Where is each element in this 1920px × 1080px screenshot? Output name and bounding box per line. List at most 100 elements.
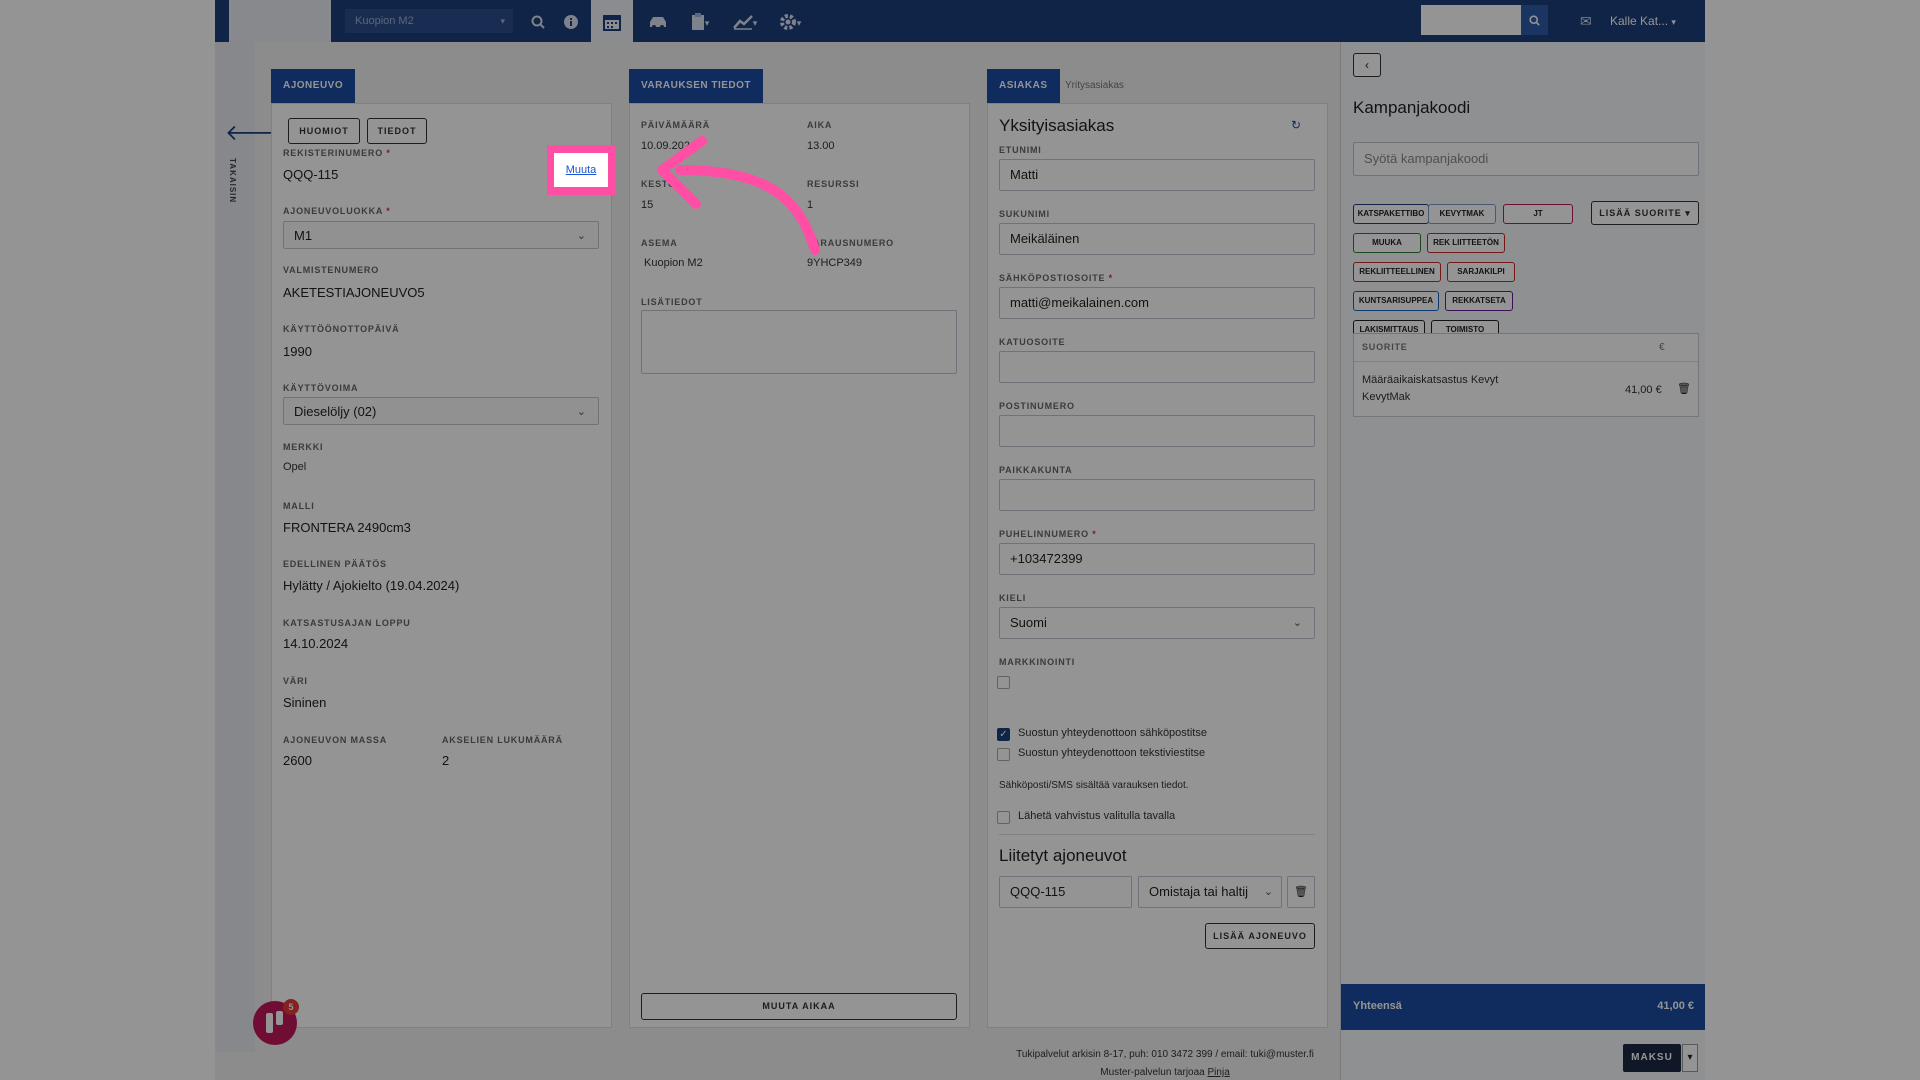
service-chip[interactable]: MUUKA xyxy=(1353,233,1421,253)
footer-support-text: Tukipalvelut arkisin 8-17, puh: 010 3472… xyxy=(1016,1049,1314,1060)
postal-label: POSTINUMERO xyxy=(999,401,1075,411)
car-icon[interactable] xyxy=(643,0,673,42)
firstuse-value: 1990 xyxy=(283,344,312,359)
consent-sms-checkbox[interactable] xyxy=(997,748,1010,761)
service-chip[interactable]: REKLIITTEELLINEN xyxy=(1353,262,1441,282)
service-chip[interactable]: REK LIITTEETÖN xyxy=(1427,233,1505,253)
change-registration-link[interactable]: Muuta xyxy=(554,153,608,187)
service-chip[interactable]: KUNTSARISUPPEA xyxy=(1353,291,1439,311)
service-chip[interactable]: REKKATSETA xyxy=(1445,291,1513,311)
chevron-down-icon: ⌄ xyxy=(576,406,586,418)
chevron-down-icon: ▾ xyxy=(1671,17,1676,27)
logo-area[interactable] xyxy=(229,0,331,42)
chart-icon[interactable]: ▾ xyxy=(727,0,763,42)
marketing-label: MARKKINOINTI xyxy=(999,657,1076,667)
language-select-value: Suomi xyxy=(1010,615,1047,630)
chevron-down-icon: ⌄ xyxy=(576,230,586,242)
footer-provider-link[interactable]: Pinja xyxy=(1208,1067,1230,1078)
back-label[interactable]: TAKAISIN xyxy=(228,158,237,203)
trash-icon[interactable]: 🗑 xyxy=(1287,876,1315,908)
inspection-end-label: KATSASTUSAJAN LOPPU xyxy=(283,618,411,628)
divider xyxy=(999,834,1315,835)
info-button[interactable]: TIEDOT xyxy=(367,118,427,144)
service-table: SUORITE € Määräaikaiskatsastus Kevyt Kev… xyxy=(1353,333,1699,417)
change-time-button[interactable]: MUUTA AIKAA xyxy=(641,993,957,1020)
previous-decision-value: Hylätty / Ajokielto (19.04.2024) xyxy=(283,578,460,593)
service-chip[interactable]: KEVYTMAK xyxy=(1428,204,1496,224)
fuel-label: KÄYTTÖVOIMA xyxy=(283,383,359,393)
reg-label: REKISTERINUMERO * xyxy=(283,148,391,158)
fuel-select[interactable]: Dieselöljy (02) ⌄ xyxy=(283,397,599,425)
station-label: ASEMA xyxy=(641,238,678,248)
send-confirmation-checkbox[interactable] xyxy=(997,811,1010,824)
duration-value: 15 xyxy=(641,199,654,211)
footer-provider: Muster-palvelun tarjoaa Pinja xyxy=(875,1067,1455,1078)
add-service-label: LISÄÄ SUORITE xyxy=(1599,208,1682,218)
tab-vehicle[interactable]: AJONEUVO xyxy=(271,69,356,103)
city-field[interactable] xyxy=(999,479,1315,511)
global-search-button[interactable] xyxy=(1521,5,1548,35)
extra-info-textarea[interactable] xyxy=(641,310,957,374)
gear-icon[interactable]: ▾ xyxy=(772,0,808,42)
postal-field[interactable] xyxy=(999,415,1315,447)
clipboard-icon[interactable]: ▾ xyxy=(685,0,715,42)
vehicle-class-select[interactable]: M1 ⌄ xyxy=(283,221,599,249)
consent-email-checkbox[interactable]: ✓ xyxy=(997,728,1010,741)
trash-icon[interactable]: 🗑 xyxy=(1677,382,1691,395)
make-label: MERKKI xyxy=(283,442,324,452)
email-field[interactable]: matti@meikalainen.com xyxy=(999,287,1315,319)
footer-provider-text: Muster-palvelun tarjoaa xyxy=(1100,1067,1208,1078)
service-chip[interactable]: SARJAKILPI xyxy=(1447,262,1515,282)
time-value: 13.00 xyxy=(807,140,835,152)
marketing-checkbox[interactable] xyxy=(997,676,1010,689)
street-field[interactable] xyxy=(999,351,1315,383)
search-icon[interactable] xyxy=(527,0,549,42)
pay-options-toggle[interactable]: ▾ xyxy=(1682,1044,1698,1072)
location-select[interactable]: Kuopion M2 ▾ xyxy=(345,9,513,33)
user-menu[interactable]: Kalle Kat... ▾ xyxy=(1610,0,1676,43)
refresh-icon[interactable]: ↻ xyxy=(1291,118,1301,132)
time-label: AIKA xyxy=(807,120,833,130)
service-chip[interactable]: KATSPAKETTIBO xyxy=(1353,204,1429,224)
pay-button[interactable]: MAKSU xyxy=(1623,1044,1681,1072)
service-row-price: 41,00 € xyxy=(1625,384,1662,396)
global-search-input[interactable] xyxy=(1421,5,1521,35)
firstname-field[interactable]: Matti xyxy=(999,159,1315,191)
phone-field[interactable]: +103472399 xyxy=(999,543,1315,575)
date-value: 10.09.2024 xyxy=(641,140,697,152)
tab-booking[interactable]: VARAUKSEN TIEDOT xyxy=(629,69,764,103)
previous-decision-label: EDELLINEN PÄÄTÖS xyxy=(283,559,387,569)
collapse-panel-button[interactable]: ‹ xyxy=(1353,53,1381,77)
linked-vehicle-role-value: Omistaja tai haltij xyxy=(1149,884,1248,899)
top-navigation-bar: Kuopion M2 ▾ ▾ ▾ ▾ ✉ Kalle Kat... ▾ xyxy=(215,0,1705,42)
inspection-end-value: 14.10.2024 xyxy=(283,636,349,651)
info-icon[interactable] xyxy=(560,0,582,42)
customer-panel: Yksityisasiakas ↻ ETUNIMI Matti SUKUNIMI… xyxy=(987,103,1328,1028)
chevron-down-icon: ⌄ xyxy=(1263,886,1273,898)
app-window: Kuopion M2 ▾ ▾ ▾ ▾ ✉ Kalle Kat... ▾ 🡐 TA… xyxy=(215,0,1705,1080)
add-service-button[interactable]: LISÄÄ SUORITE ▾ xyxy=(1591,201,1699,225)
street-label: KATUOSOITE xyxy=(999,337,1066,347)
notes-button[interactable]: HUOMIOT xyxy=(288,118,360,144)
chat-notification-badge: 5 xyxy=(283,999,299,1015)
tab-company-customer[interactable]: Yritysasiakas xyxy=(1065,69,1124,103)
service-chip[interactable]: JT xyxy=(1503,204,1573,224)
mail-icon[interactable]: ✉ xyxy=(1580,0,1592,42)
extra-info-label: LISÄTIEDOT xyxy=(641,297,703,307)
campaign-code-input[interactable]: Syötä kampanjakoodi xyxy=(1353,142,1699,176)
back-sidebar: 🡐 TAKAISIN xyxy=(215,42,284,1052)
chevron-down-icon: ▾ xyxy=(1685,208,1691,218)
tab-private-customer[interactable]: ASIAKAS xyxy=(987,69,1060,103)
chevron-down-icon: ▾ xyxy=(500,16,505,26)
add-vehicle-button[interactable]: LISÄÄ AJONEUVO xyxy=(1205,923,1315,949)
chevron-down-icon: ⌄ xyxy=(1292,617,1302,629)
calendar-icon[interactable] xyxy=(591,0,633,42)
linked-vehicle-role-select[interactable]: Omistaja tai haltij ⌄ xyxy=(1138,876,1282,908)
booking-number-value: 9YHCP349 xyxy=(807,257,863,269)
class-label: AJONEUVOLUOKKA * xyxy=(283,206,391,216)
language-select[interactable]: Suomi ⌄ xyxy=(999,607,1315,639)
send-confirmation-label: Lähetä vahvistus valitulla tavalla xyxy=(1018,810,1176,822)
linked-vehicle-reg-field[interactable]: QQQ-115 xyxy=(999,876,1132,908)
campaign-panel: ‹ Kampanjakoodi Syötä kampanjakoodi KATS… xyxy=(1340,42,1705,1080)
lastname-field[interactable]: Meikäläinen xyxy=(999,223,1315,255)
